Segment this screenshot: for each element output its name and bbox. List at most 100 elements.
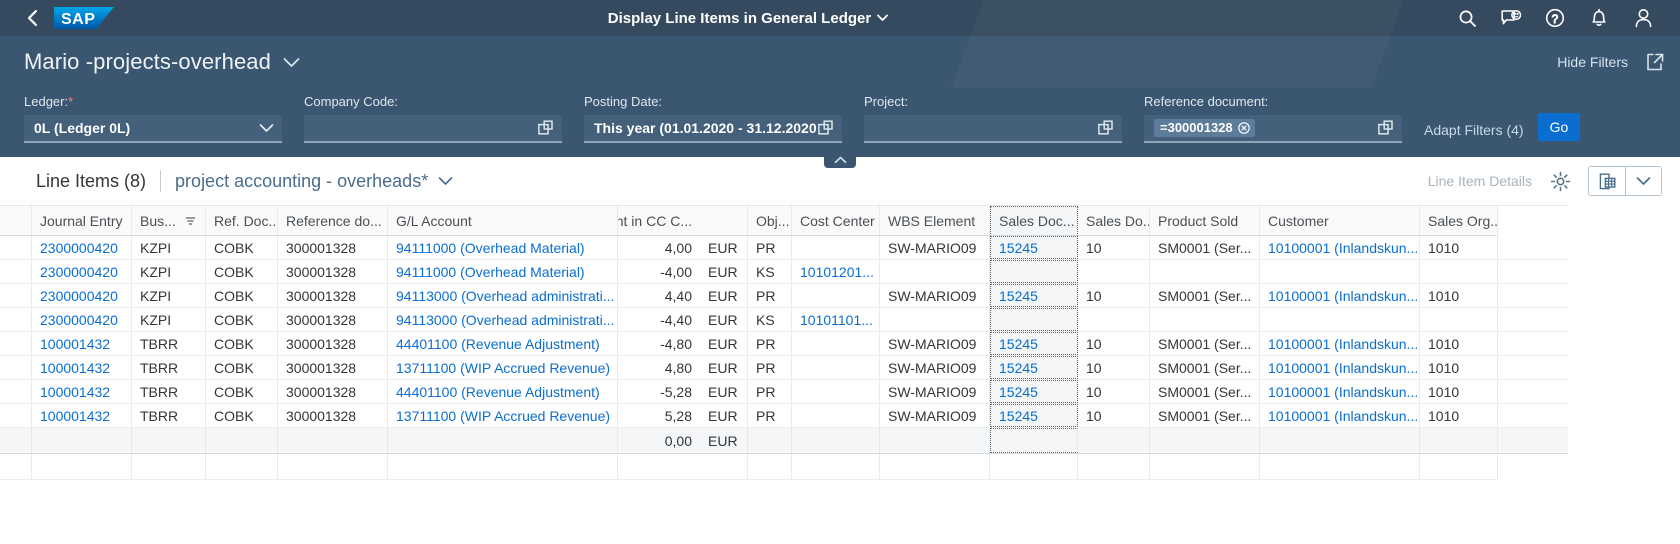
cell-gl-account[interactable]: 94113000 (Overhead administrati... [388, 308, 618, 331]
cell-cost-center[interactable]: 10101101... [792, 308, 880, 331]
table-row[interactable]: 100001432 TBRR COBK 300001328 13711100 (WIP … [0, 404, 1568, 428]
posting-date-input[interactable]: This year (01.01.2020 - 31.12.2020) [584, 115, 842, 143]
cell-journal-entry[interactable]: 100001432 [32, 380, 132, 403]
cell-customer[interactable]: 10100001 (Inlandskun... [1260, 404, 1420, 427]
cell-journal-entry-link[interactable]: 2300000420 [40, 240, 118, 256]
row-select-cell[interactable] [0, 284, 32, 307]
cell-customer-link[interactable]: 10100001 (Inlandskun... [1268, 288, 1418, 304]
cell-customer-link[interactable]: 10100001 (Inlandskun... [1268, 360, 1418, 376]
cell-sales-document[interactable]: 15245 [990, 236, 1078, 259]
cell-customer-link[interactable]: 10100001 (Inlandskun... [1268, 408, 1418, 424]
cell-gl-account-link[interactable]: 94113000 (Overhead administrati... [396, 288, 614, 304]
table-row[interactable]: 2300000420 KZPI COBK 300001328 94113000 (Ove… [0, 284, 1568, 308]
cell-gl-account[interactable]: 94113000 (Overhead administrati... [388, 284, 618, 307]
col-header-wbs-element[interactable]: WBS Element [880, 206, 990, 236]
cell-gl-account-link[interactable]: 44401100 (Revenue Adjustment) [396, 384, 600, 400]
cell-sales-document-link[interactable]: 15245 [999, 360, 1038, 376]
cell-sales-document[interactable]: 15245 [990, 404, 1078, 427]
go-button[interactable]: Go [1537, 113, 1581, 141]
col-header-business-transaction[interactable]: Bus... [132, 206, 206, 236]
reference-document-input[interactable]: =300001328 [1144, 115, 1402, 143]
col-header-product-sold[interactable]: Product Sold [1150, 206, 1260, 236]
table-row[interactable]: 100001432 TBRR COBK 300001328 13711100 (WIP … [0, 356, 1568, 380]
cell-cost-center-link[interactable]: 10101201... [800, 264, 874, 280]
sap-logo[interactable]: SAP [54, 3, 120, 33]
cell-customer[interactable]: 10100001 (Inlandskun... [1260, 380, 1420, 403]
cell-gl-account[interactable]: 94111000 (Overhead Material) [388, 260, 618, 283]
table-variant-selector[interactable]: project accounting - overheads* [175, 171, 453, 192]
cell-customer[interactable]: 10100001 (Inlandskun... [1260, 332, 1420, 355]
row-select-cell[interactable] [0, 380, 32, 403]
variant-chevron-down-icon[interactable] [283, 57, 300, 68]
cell-journal-entry-link[interactable]: 2300000420 [40, 264, 118, 280]
cell-gl-account-link[interactable]: 94111000 (Overhead Material) [396, 264, 585, 280]
help-icon[interactable]: ? [1544, 7, 1566, 29]
cell-customer[interactable]: 10100001 (Inlandskun... [1260, 284, 1420, 307]
row-select-cell[interactable] [0, 236, 32, 259]
cell-customer[interactable]: 10100001 (Inlandskun... [1260, 356, 1420, 379]
cell-journal-entry[interactable]: 2300000420 [32, 284, 132, 307]
company-code-input[interactable] [304, 115, 562, 143]
col-header-gl-account[interactable]: G/L Account [388, 206, 618, 236]
search-icon[interactable] [1456, 7, 1478, 29]
share-icon[interactable] [1644, 51, 1666, 73]
chevron-down-icon[interactable] [256, 118, 276, 138]
cell-journal-entry-link[interactable]: 100001432 [40, 336, 110, 352]
col-header-object-type[interactable]: Obj... [748, 206, 792, 236]
cell-sales-document[interactable]: 15245 [990, 380, 1078, 403]
cell-sales-document[interactable]: 15245 [990, 332, 1078, 355]
row-select-cell[interactable] [0, 308, 32, 331]
value-help-icon[interactable] [1096, 118, 1116, 138]
table-view-icon[interactable] [1589, 167, 1625, 195]
cell-journal-entry[interactable]: 100001432 [32, 332, 132, 355]
select-all-cell[interactable] [0, 206, 32, 236]
cell-gl-account-link[interactable]: 44401100 (Revenue Adjustment) [396, 336, 600, 352]
cell-sales-document-link[interactable]: 15245 [999, 288, 1038, 304]
project-input[interactable] [864, 115, 1122, 143]
cell-customer-link[interactable]: 10100001 (Inlandskun... [1268, 240, 1418, 256]
table-row[interactable]: 2300000420 KZPI COBK 300001328 94111000 (Ove… [0, 236, 1568, 260]
cell-sales-document-link[interactable]: 15245 [999, 336, 1038, 352]
line-item-details-button[interactable]: Line Item Details [1428, 173, 1532, 189]
cell-journal-entry[interactable]: 2300000420 [32, 260, 132, 283]
row-select-cell[interactable] [0, 404, 32, 427]
variant-selector[interactable]: Mario -projects-overhead [24, 49, 300, 75]
cell-sales-document-link[interactable]: 15245 [999, 240, 1038, 256]
value-help-icon[interactable] [1376, 118, 1396, 138]
row-select-cell[interactable] [0, 356, 32, 379]
cell-cost-center[interactable]: 10101201... [792, 260, 880, 283]
table-row[interactable]: 2300000420 KZPI COBK 300001328 94111000 (Ove… [0, 260, 1568, 284]
col-header-cost-center[interactable]: Cost Center [792, 206, 880, 236]
user-avatar-icon[interactable] [1632, 7, 1654, 29]
cell-sales-document-link[interactable]: 15245 [999, 408, 1038, 424]
value-help-icon[interactable] [536, 118, 556, 138]
gear-icon[interactable] [1548, 169, 1572, 193]
value-help-icon[interactable] [816, 118, 836, 138]
view-switch-chevron-down-icon[interactable] [1625, 167, 1661, 195]
cell-journal-entry-link[interactable]: 100001432 [40, 408, 110, 424]
ledger-select[interactable]: 0L (Ledger 0L) [24, 115, 282, 143]
cell-gl-account-link[interactable]: 94111000 (Overhead Material) [396, 240, 585, 256]
adapt-filters-button[interactable]: Adapt Filters (4) [1424, 122, 1524, 138]
col-header-reference-document[interactable]: Reference do... [278, 206, 388, 236]
row-select-cell[interactable] [0, 260, 32, 283]
table-row[interactable]: 2300000420 KZPI COBK 300001328 94113000 (Ove… [0, 308, 1568, 332]
col-header-sales-organization[interactable]: Sales Org... [1420, 206, 1498, 236]
cell-gl-account[interactable]: 94111000 (Overhead Material) [388, 236, 618, 259]
cell-journal-entry[interactable]: 100001432 [32, 356, 132, 379]
cell-journal-entry-link[interactable]: 100001432 [40, 384, 110, 400]
cell-customer-link[interactable]: 10100001 (Inlandskun... [1268, 336, 1418, 352]
cell-gl-account-link[interactable]: 94113000 (Overhead administrati... [396, 312, 614, 328]
col-header-customer[interactable]: Customer [1260, 206, 1420, 236]
cell-cost-center-link[interactable]: 10101101... [800, 312, 873, 328]
cell-customer-link[interactable]: 10100001 (Inlandskun... [1268, 384, 1418, 400]
cell-journal-entry[interactable]: 100001432 [32, 404, 132, 427]
cell-gl-account[interactable]: 44401100 (Revenue Adjustment) [388, 380, 618, 403]
cell-journal-entry-link[interactable]: 100001432 [40, 360, 110, 376]
notifications-bell-icon[interactable] [1588, 7, 1610, 29]
cell-gl-account-link[interactable]: 13711100 (WIP Accrued Revenue) [396, 408, 610, 424]
table-row[interactable]: 100001432 TBRR COBK 300001328 44401100 (Reve… [0, 380, 1568, 404]
cell-journal-entry-link[interactable]: 2300000420 [40, 312, 118, 328]
cell-sales-document[interactable]: 15245 [990, 284, 1078, 307]
cell-journal-entry[interactable]: 2300000420 [32, 308, 132, 331]
